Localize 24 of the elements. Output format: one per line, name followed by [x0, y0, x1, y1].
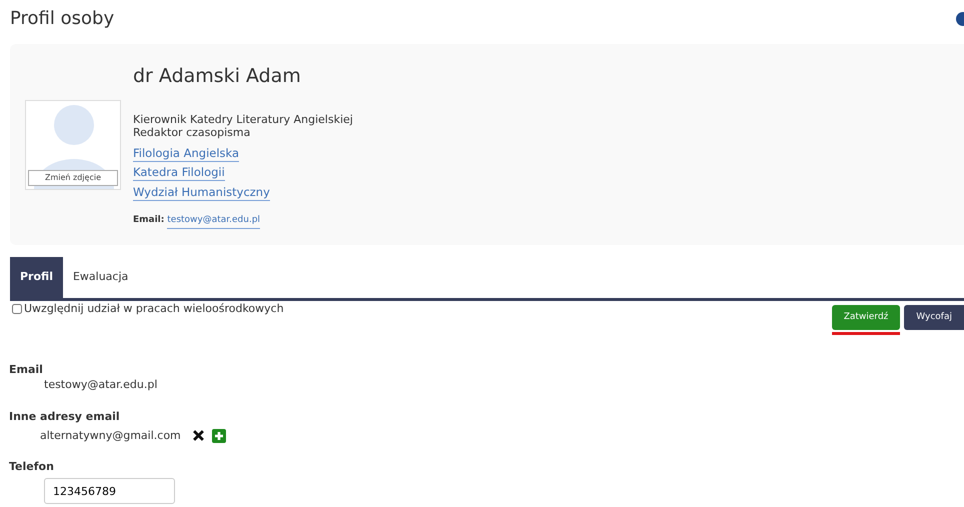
tab[interactable]: Ewaluacja	[62, 257, 138, 298]
confirm-button[interactable]: Zatwierdź	[832, 304, 900, 330]
unit-link[interactable]: Wydział Humanistyczny	[133, 184, 270, 200]
email-label: Email:	[133, 215, 164, 225]
unit-link[interactable]: Filologia Angielska	[133, 146, 240, 162]
position-text: Kierownik Katedry Literatury Angielskiej	[133, 112, 353, 126]
phone-input[interactable]: 123456789	[44, 478, 175, 504]
position-text: Redaktor czasopisma	[133, 126, 252, 138]
person-name: dr Adamski Adam	[133, 64, 302, 89]
checkbox-label[interactable]: Uwzględnij udział w pracach wieloośrodkowych	[12, 300, 284, 317]
email-value: alternatywny@gmail.com	[40, 428, 181, 444]
page-title: Profil osoby	[10, 8, 114, 31]
delete-icon[interactable]	[192, 430, 204, 442]
cancel-button[interactable]: Wycofaj	[904, 304, 964, 330]
field-label: Email	[9, 363, 44, 377]
unit-link[interactable]: Katedra Filologii	[133, 165, 225, 181]
change-photo-button[interactable]: Zmień zdjęcie	[28, 170, 118, 186]
field-value: testowy@atar.edu.pl	[44, 377, 158, 393]
tab[interactable]: Profil	[10, 257, 63, 298]
checkbox[interactable]	[12, 304, 22, 314]
field-label: Telefon	[9, 460, 55, 474]
field-label: Inne adresy email	[9, 410, 121, 424]
add-icon[interactable]	[212, 428, 226, 443]
email-link[interactable]: testowy@atar.edu.pl	[167, 213, 260, 229]
